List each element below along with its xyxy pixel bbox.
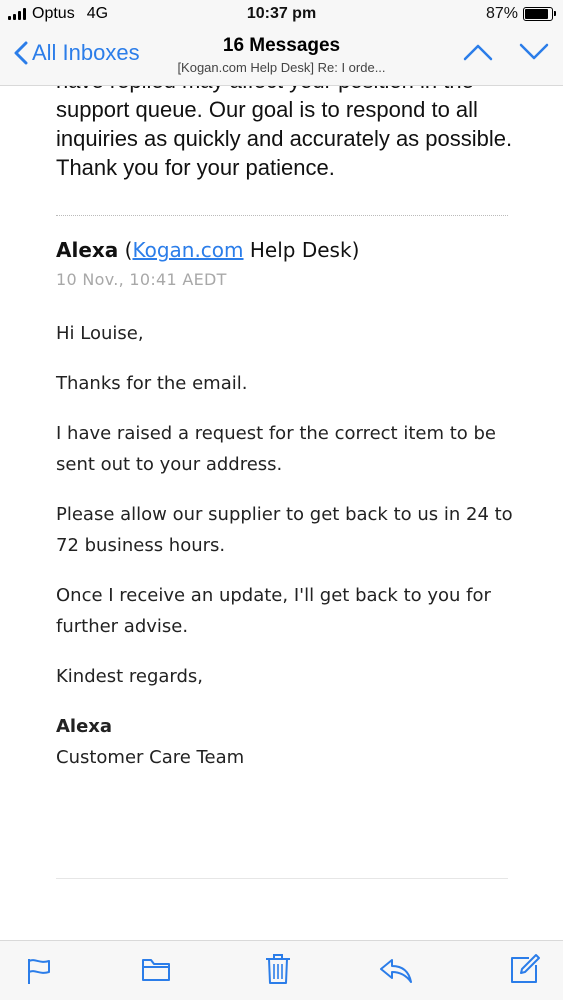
- message-thread[interactable]: have replied may affect your position in…: [0, 86, 563, 940]
- chevron-down-icon: [519, 43, 549, 60]
- page-subtitle: [Kogan.com Help Desk] Re: I orde...: [177, 60, 386, 75]
- compose-icon: [511, 954, 540, 983]
- back-label: All Inboxes: [32, 40, 140, 65]
- message-body: Hi Louise, Thanks for the email. I have …: [56, 318, 516, 792]
- page-title: 16 Messages: [222, 35, 341, 56]
- bottom-toolbar: [0, 940, 563, 1000]
- previous-message-text: have replied may affect your position in…: [56, 86, 513, 180]
- signature-name: Alexa: [56, 716, 113, 737]
- message-sender: Alexa (Kogan.com Help Desk): [56, 238, 360, 262]
- sender-org-link[interactable]: Kogan.com: [132, 238, 243, 262]
- message-date: 10 Nov., 10:41 AEDT: [56, 270, 227, 289]
- body-paragraph-1: Thanks for the email.: [56, 373, 248, 394]
- back-button[interactable]: All Inboxes: [14, 40, 140, 66]
- trash-icon: [266, 954, 290, 984]
- navigation-bar: All Inboxes 16 Messages [Kogan.com Help …: [0, 30, 563, 86]
- message-divider: [56, 215, 508, 216]
- status-bar: Optus 4G 10:37 pm 87%: [0, 0, 563, 30]
- body-paragraph-2: I have raised a request for the correct …: [56, 423, 497, 475]
- message-navigation: [463, 42, 549, 67]
- reply-button[interactable]: [378, 957, 414, 990]
- folder-icon: [142, 959, 170, 981]
- nav-title-block: 16 Messages [Kogan.com Help Desk] Re: I …: [140, 35, 423, 75]
- reply-icon: [380, 959, 412, 983]
- sender-org-suffix: Help Desk: [249, 238, 352, 262]
- closing: Kindest regards,: [56, 666, 204, 687]
- status-right: 87%: [485, 5, 556, 23]
- next-message-button[interactable]: [519, 42, 549, 67]
- delete-button[interactable]: [264, 953, 292, 990]
- body-paragraph-4: Once I receive an update, I'll get back …: [56, 585, 491, 637]
- compose-button[interactable]: [509, 953, 541, 990]
- battery-icon: [523, 7, 556, 21]
- previous-message-button[interactable]: [463, 42, 493, 67]
- sender-name: Alexa: [56, 238, 119, 262]
- flag-icon: [28, 959, 50, 984]
- flag-button[interactable]: [26, 957, 52, 990]
- body-paragraph-3: Please allow our supplier to get back to…: [56, 504, 513, 556]
- chevron-left-icon: [14, 41, 28, 65]
- status-time: 10:37 pm: [246, 5, 317, 22]
- message-end-divider: [56, 878, 508, 879]
- greeting: Hi Louise,: [56, 323, 144, 344]
- move-to-folder-button[interactable]: [141, 957, 171, 988]
- chevron-up-icon: [463, 44, 493, 61]
- battery-percent: 87%: [485, 5, 518, 22]
- signature-team: Customer Care Team: [56, 747, 245, 768]
